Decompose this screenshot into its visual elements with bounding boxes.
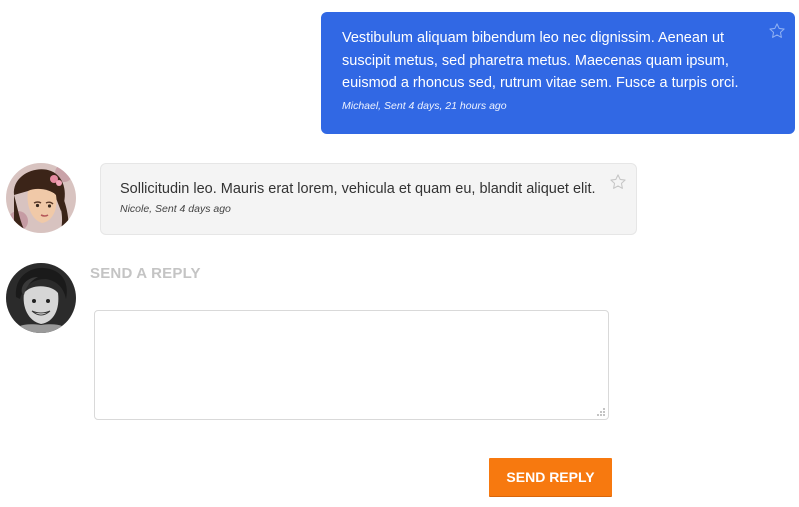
message-text: Vestibulum aliquam bibendum leo nec dign… bbox=[342, 30, 739, 91]
reply-heading: SEND A REPLY bbox=[90, 265, 201, 282]
avatar-nicole bbox=[6, 163, 76, 233]
message-outgoing: Vestibulum aliquam bibendum leo nec dign… bbox=[321, 12, 795, 134]
message-meta: Nicole, Sent 4 days ago bbox=[120, 203, 231, 215]
send-reply-button[interactable]: SEND REPLY bbox=[489, 458, 612, 496]
resize-grip-icon[interactable] bbox=[596, 407, 606, 417]
message-meta: Michael, Sent 4 days, 21 hours ago bbox=[342, 99, 507, 112]
avatar-image bbox=[6, 163, 76, 233]
avatar-image bbox=[6, 263, 76, 333]
star-icon[interactable] bbox=[768, 22, 786, 40]
star-icon[interactable] bbox=[609, 173, 627, 191]
reply-textarea[interactable] bbox=[94, 310, 609, 420]
message-incoming: Sollicitudin leo. Mauris erat lorem, veh… bbox=[100, 163, 637, 235]
conversation-thread: Vestibulum aliquam bibendum leo nec dign… bbox=[0, 0, 799, 507]
avatar-current-user bbox=[6, 263, 76, 333]
message-text: Sollicitudin leo. Mauris erat lorem, veh… bbox=[120, 181, 596, 197]
